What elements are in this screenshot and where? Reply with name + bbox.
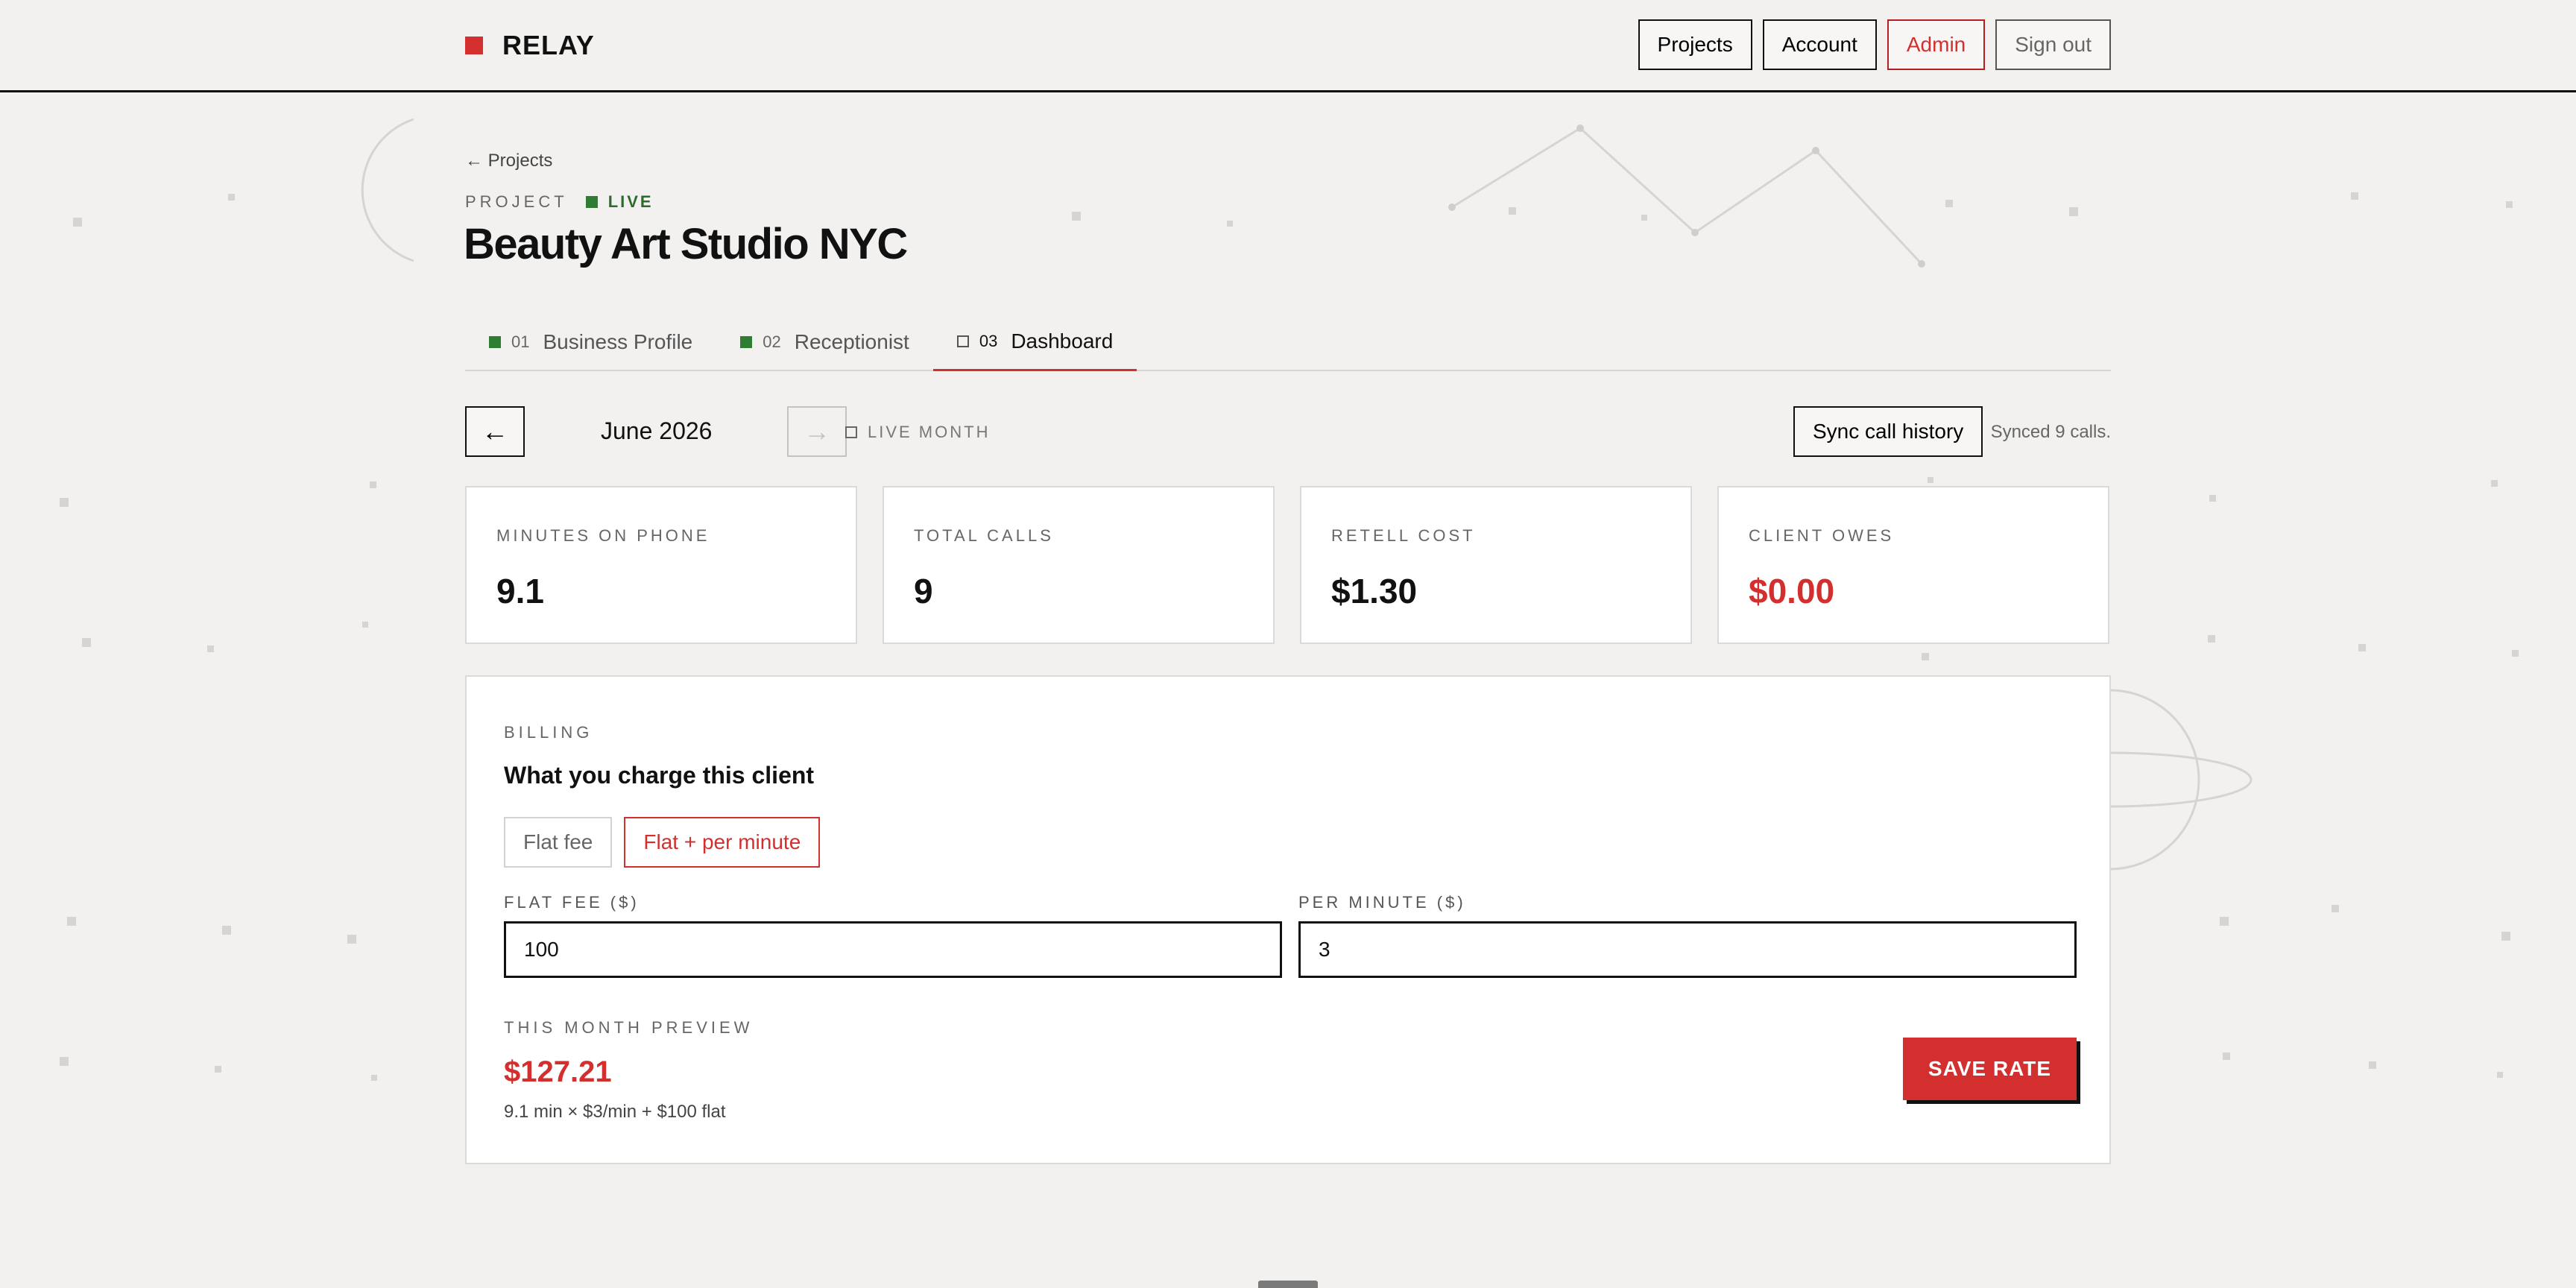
- tab-number: 03: [979, 331, 998, 350]
- top-bar: RELAY Projects Account Admin Sign out: [0, 0, 2576, 92]
- billing-mode-toggle: Flat fee Flat + per minute: [504, 817, 821, 868]
- stat-label: MINUTES ON PHONE: [496, 526, 710, 545]
- sync-status-text: Synced 9 calls.: [1990, 422, 2111, 442]
- next-month-button[interactable]: →: [787, 406, 847, 457]
- live-month-indicator: LIVE MONTH: [845, 423, 990, 442]
- stat-value: $1.30: [1331, 572, 1418, 610]
- stat-card-total-calls: TOTAL CALLS 9: [883, 486, 1275, 644]
- tab-number: 01: [511, 332, 530, 351]
- nav-projects-button[interactable]: Projects: [1638, 19, 1752, 70]
- flat-fee-input[interactable]: [504, 921, 1282, 978]
- per-minute-label: PER MINUTE ($): [1298, 893, 1466, 912]
- page: RELAY Projects Account Admin Sign out ← …: [0, 0, 2576, 1288]
- preview-label: THIS MONTH PREVIEW: [504, 1018, 754, 1037]
- sign-out-button[interactable]: Sign out: [1995, 19, 2111, 70]
- step-complete-icon: [740, 336, 753, 348]
- scroll-handle[interactable]: [1258, 1281, 1318, 1288]
- flat-fee-mode-button[interactable]: Flat fee: [504, 817, 613, 868]
- billing-eyebrow: BILLING: [504, 723, 593, 742]
- tab-dashboard[interactable]: 03 Dashboard: [932, 313, 1137, 371]
- live-status-badge: LIVE: [585, 192, 654, 212]
- flat-fee-field-group: FLAT FEE ($): [504, 893, 1282, 978]
- save-rate-button[interactable]: SAVE RATE: [1902, 1038, 2077, 1100]
- preview-formula: 9.1 min × $3/min + $100 flat: [504, 1102, 726, 1122]
- tab-label: Business Profile: [543, 330, 693, 353]
- nav-admin-button[interactable]: Admin: [1887, 19, 1986, 70]
- brand-name: RELAY: [502, 30, 595, 60]
- nav-account-button[interactable]: Account: [1762, 19, 1877, 70]
- stat-label: RETELL COST: [1331, 526, 1476, 545]
- brand[interactable]: RELAY: [465, 30, 595, 61]
- project-eyebrow: PROJECT LIVE: [465, 192, 654, 212]
- back-to-projects-link[interactable]: ← Projects: [465, 151, 552, 171]
- stats-row: MINUTES ON PHONE 9.1 TOTAL CALLS 9 RETEL…: [465, 486, 2111, 644]
- top-nav: Projects Account Admin Sign out: [1638, 19, 2111, 70]
- stat-card-client-owes: CLIENT OWES $0.00: [1717, 486, 2109, 644]
- preview-amount: $127.21: [504, 1055, 612, 1088]
- billing-title: What you charge this client: [504, 762, 815, 789]
- tab-number: 02: [763, 332, 781, 351]
- per-minute-field-group: PER MINUTE ($): [1298, 893, 2077, 978]
- live-month-label: LIVE MONTH: [868, 423, 991, 441]
- page-title: Beauty Art Studio NYC: [464, 220, 908, 268]
- live-status-text: LIVE: [607, 192, 654, 211]
- tab-label: Dashboard: [1011, 329, 1114, 353]
- flat-plus-per-minute-mode-button[interactable]: Flat + per minute: [624, 817, 821, 868]
- previous-month-button[interactable]: ←: [465, 406, 525, 457]
- stat-card-minutes: MINUTES ON PHONE 9.1: [465, 486, 857, 644]
- per-minute-input[interactable]: [1298, 921, 2077, 978]
- stat-label: TOTAL CALLS: [914, 526, 1054, 545]
- stat-label: CLIENT OWES: [1749, 526, 1895, 545]
- stat-value: 9.1: [496, 572, 544, 610]
- step-tabs: 01 Business Profile 02 Receptionist 03 D…: [465, 313, 2111, 371]
- stat-value: 9: [914, 572, 933, 610]
- stat-value: $0.00: [1749, 572, 1835, 610]
- stat-card-retell-cost: RETELL COST $1.30: [1300, 486, 1692, 644]
- tab-business-profile[interactable]: 01 Business Profile: [465, 313, 716, 371]
- live-month-checkbox-icon: [845, 426, 857, 438]
- step-complete-icon: [489, 336, 501, 348]
- brand-logo-icon: [465, 37, 483, 54]
- live-dot-icon: [585, 196, 598, 208]
- sync-call-history-button[interactable]: Sync call history: [1793, 406, 1983, 457]
- project-eyebrow-label: PROJECT: [465, 192, 568, 211]
- billing-card: BILLING What you charge this client Flat…: [465, 675, 2111, 1164]
- flat-fee-label: FLAT FEE ($): [504, 893, 640, 912]
- current-month-label: June 2026: [601, 417, 713, 444]
- tab-receptionist[interactable]: 02 Receptionist: [716, 313, 933, 371]
- step-incomplete-icon: [956, 335, 969, 347]
- tab-label: Receptionist: [794, 330, 909, 353]
